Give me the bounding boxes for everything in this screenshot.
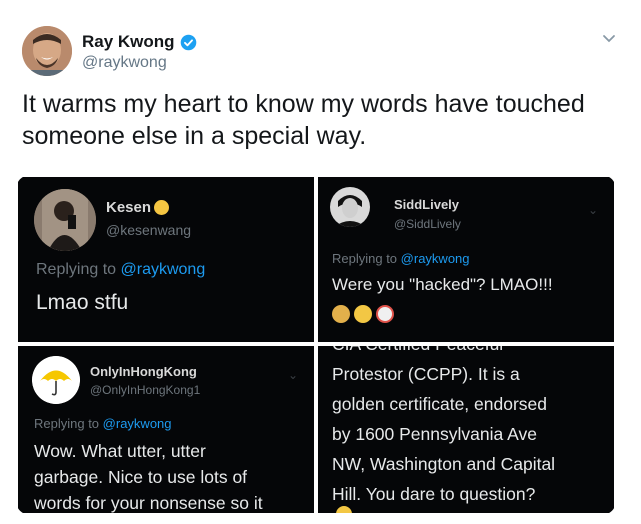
verified-badge-icon — [180, 34, 196, 50]
tweet-text: It warms my heart to know my words have … — [22, 90, 585, 150]
replying-to: Replying to @raykwong — [36, 261, 205, 279]
emoji-row — [332, 305, 394, 323]
clown-emoji-icon — [376, 305, 394, 323]
reply-body-line: golden certificate, endorsed — [332, 394, 547, 414]
replying-to-mention: @raykwong — [400, 251, 470, 266]
reply-handle: @kesenwang — [106, 222, 192, 238]
screenshot-reply-onlyinhongkong: OnlyInHongKong @OnlyInHongKong1 ⌄ Replyi… — [18, 346, 314, 513]
umbrella-icon — [32, 356, 80, 404]
reply-body: Were you "hacked"? LMAO!!! — [332, 275, 553, 294]
screenshot-reply-continued: CIA Certified Peaceful Protestor (CCPP).… — [318, 346, 614, 513]
reply-body-line: words for your nonsense so it — [34, 493, 263, 513]
reply-avatar — [330, 187, 370, 227]
author-handle[interactable]: @raykwong — [82, 54, 167, 72]
tweet-media[interactable]: Kesen @kesenwang Replying to @raykwong L… — [16, 175, 616, 515]
reply-body: Lmao stfu — [36, 291, 129, 314]
replying-to: Replying to @raykwong — [332, 251, 470, 266]
replying-to-label: Replying to — [36, 261, 117, 278]
reply-display-name: SiddLively — [394, 197, 460, 212]
reply-handle: @OnlyInHongKong1 — [90, 383, 201, 397]
chevron-down-icon[interactable] — [601, 30, 617, 46]
author-row: Ray Kwong — [82, 32, 197, 52]
reply-display-name: Kesen — [106, 199, 152, 216]
replying-to-label: Replying to — [332, 251, 398, 266]
reply-body-line: CIA Certified Peaceful — [332, 346, 555, 359]
reply-handle: @SiddLively — [394, 217, 461, 231]
reply-body: CIA Certified Peaceful Protestor (CCPP).… — [332, 346, 555, 509]
reply-avatar — [34, 189, 96, 251]
grimace-emoji-icon — [154, 200, 170, 215]
screenshot-reply-siddlively: SiddLively @SiddLively ⌄ Replying to @ra… — [318, 177, 614, 342]
reply-body-line: by 1600 Pennsylvania Ave — [332, 424, 537, 444]
tweet-card: Ray Kwong @raykwong It warms my heart to… — [0, 0, 641, 524]
replying-to: Replying to @raykwong — [34, 416, 172, 431]
person-emoji-icon — [332, 305, 350, 323]
reply-body: Wow. What utter, utter garbage. Nice to … — [34, 438, 263, 513]
reply-display-name: OnlyInHongKong — [90, 364, 197, 379]
reply-body-line: garbage. Nice to use lots of — [34, 467, 248, 487]
replying-to-mention: @raykwong — [102, 416, 172, 431]
replying-to-mention: @raykwong — [120, 261, 206, 278]
chevron-down-icon: ⌄ — [587, 203, 598, 217]
screenshot-reply-kesen: Kesen @kesenwang Replying to @raykwong L… — [18, 177, 314, 342]
display-name[interactable]: Ray Kwong — [82, 32, 175, 52]
smirk-emoji-icon — [354, 305, 372, 323]
reply-body-line: NW, Washington and Capital — [332, 454, 556, 474]
chevron-down-icon: ⌄ — [287, 368, 298, 382]
avatar[interactable] — [22, 26, 72, 76]
reply-body-line: Hill. You dare to question? — [332, 484, 536, 504]
replying-to-label: Replying to — [34, 416, 100, 431]
reply-body-line: Protestor (CCPP). It is a — [332, 364, 520, 384]
reply-body-line: Wow. What utter, utter — [34, 441, 206, 461]
